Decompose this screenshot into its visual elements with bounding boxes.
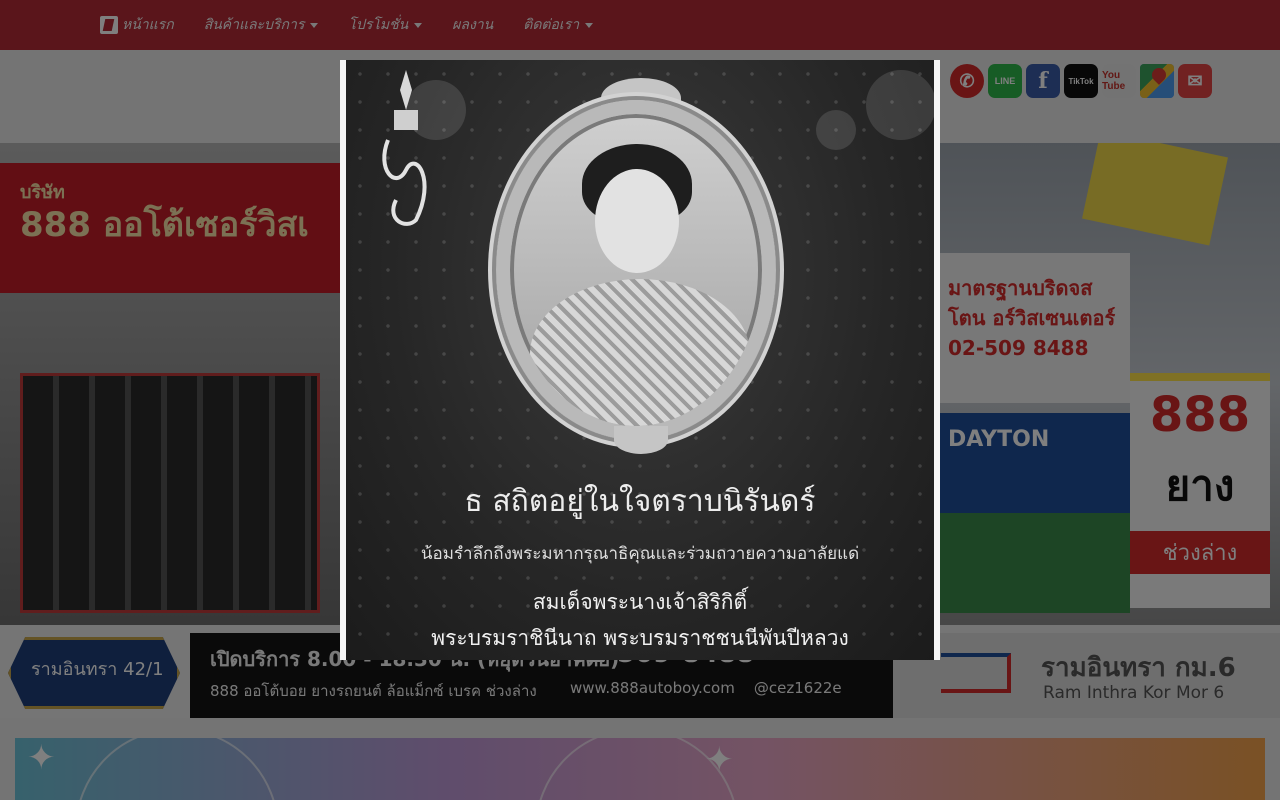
portrait-body [530, 279, 750, 426]
frame-ornament-bottom [614, 426, 668, 454]
bokeh-light [866, 70, 934, 140]
memorial-title: ธ สถิตอยู่ในใจตราบนิรันดร์ [464, 484, 816, 519]
royal-crest-icon [382, 70, 427, 226]
portrait-frame [496, 100, 776, 440]
memorial-name-line2: พระบรมราชินีนาถ พระบรมราชชนนีพันปีหลวง [431, 626, 849, 650]
bokeh-light [816, 110, 856, 150]
memorial-name-line1: สมเด็จพระนางเจ้าสิริกิติ์ [532, 590, 748, 614]
memorial-popup[interactable]: ธ สถิตอยู่ในใจตราบนิรันดร์ น้อมรำลึกถึงพ… [340, 60, 940, 660]
memorial-image: ธ สถิตอยู่ในใจตราบนิรันดร์ น้อมรำลึกถึงพ… [346, 60, 934, 660]
portrait-face [595, 169, 679, 273]
memorial-tribute: น้อมรำลึกถึงพระมหากรุณาธิคุณและร่วมถวายค… [420, 544, 860, 564]
